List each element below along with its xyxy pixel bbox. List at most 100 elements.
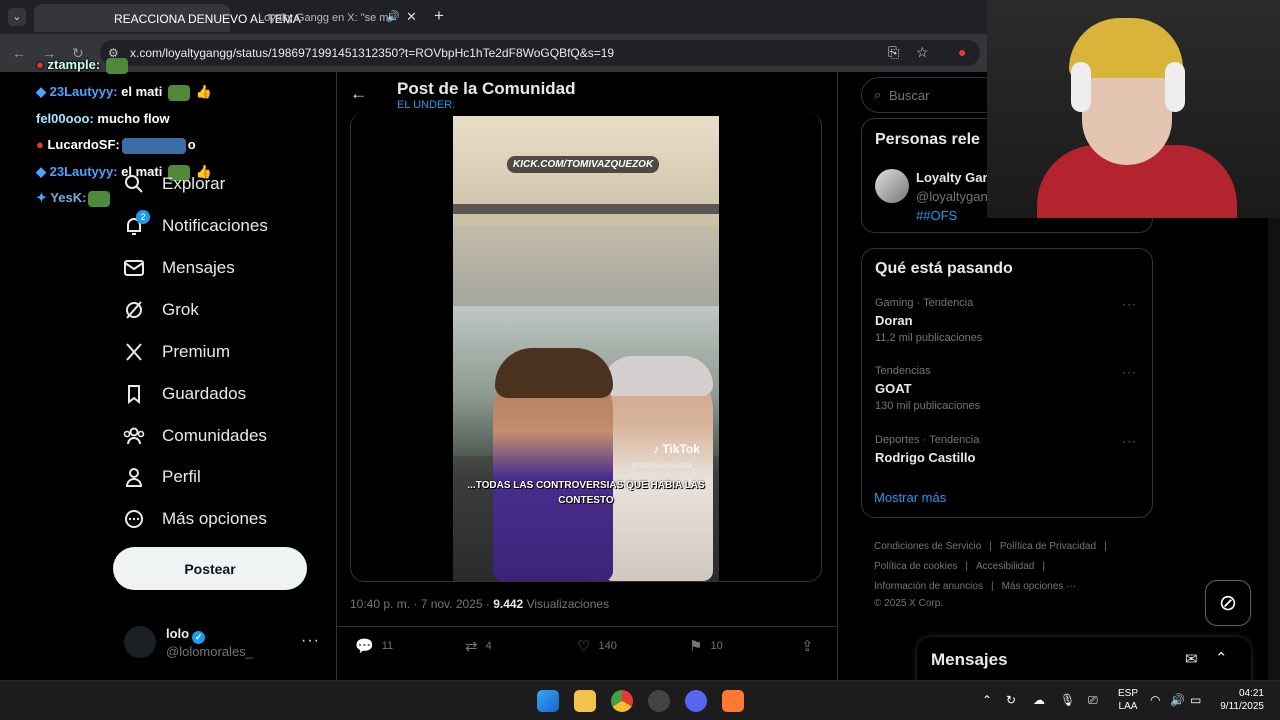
more-dots-icon[interactable]: ··· <box>1122 434 1137 448</box>
nav-communities[interactable]: Comunidades <box>122 421 267 451</box>
privacy-link[interactable]: Política de Privacidad <box>1000 541 1096 552</box>
post-timestamp[interactable]: 10:40 p. m. · 7 nov. 2025 · <box>350 597 490 611</box>
audio-icon[interactable]: 🔊 <box>386 10 400 23</box>
ads-info-link[interactable]: Información de anuncios <box>874 581 983 592</box>
bookmark-count: 10 <box>710 640 723 652</box>
account-switcher[interactable]: lolo ✓ @lolomorales_ ··· <box>124 622 330 666</box>
extension-icon[interactable]: ● <box>958 44 966 60</box>
trend-item[interactable]: Tendencias GOAT 130 mil publicaciones ··… <box>875 365 1145 412</box>
bookmark-star-icon[interactable]: ☆ <box>916 44 929 61</box>
more-options-link[interactable]: Más opciones ··· <box>1002 581 1076 592</box>
bookmark-button[interactable]: ⚑ 10 <box>689 637 723 655</box>
chat-user: ztample: <box>47 57 101 72</box>
show-hidden-icons-icon[interactable]: ⌃ <box>982 693 992 707</box>
like-count: 140 <box>598 640 617 652</box>
trend-count: 130 mil publicaciones <box>875 400 981 412</box>
nav-notifications[interactable]: 2 Notificaciones <box>122 210 268 241</box>
heart-icon: ♡ <box>577 638 591 655</box>
messages-dock-title: Mensajes <box>931 650 1008 669</box>
expand-icon[interactable]: ⌃ <box>1215 649 1228 667</box>
repost-button[interactable]: ⇄ 4 <box>465 637 492 655</box>
microphone-icon[interactable]: 🎙 <box>1060 693 1075 707</box>
show-more-link[interactable]: Mostrar más <box>874 490 946 505</box>
chat-line: ● ztample: <box>36 57 130 74</box>
clock[interactable]: 04:21 9/11/2025 <box>1208 687 1264 713</box>
trend-topic: Doran <box>875 313 913 328</box>
post-actions: 💬 11 ⇄ 4 ♡ 140 ⚑ 10 ⇪ <box>337 626 837 668</box>
accessibility-link[interactable]: Accesibilidad <box>976 561 1034 572</box>
avatar <box>124 626 156 658</box>
post-button[interactable]: Postear <box>113 547 307 590</box>
grok-fab-button[interactable]: ⊘ <box>1205 580 1251 626</box>
community-name[interactable]: EL UNDER. <box>397 99 455 111</box>
messages-dock[interactable]: Mensajes ✉ ⌃ <box>917 637 1251 685</box>
envelope-icon <box>122 256 146 280</box>
emote-icon <box>121 137 186 154</box>
nav-profile[interactable]: Perfil <box>122 462 201 492</box>
nav-explore[interactable]: Explorar <box>122 169 225 199</box>
nav-premium[interactable]: Premium <box>122 337 230 367</box>
more-dots-icon: ··· <box>301 632 320 649</box>
trend-topic: Rodrigo Castillo <box>875 450 976 465</box>
new-tab-button[interactable]: + <box>434 6 444 26</box>
new-message-icon[interactable]: ✉ <box>1185 650 1198 668</box>
more-dots-icon[interactable]: ··· <box>1122 365 1137 379</box>
copyright: © 2025 X Corp. <box>874 598 944 609</box>
nav-bookmarks[interactable]: Guardados <box>122 379 246 409</box>
language-indicator[interactable]: ESP LAA <box>1118 687 1138 713</box>
user-name: lolo <box>166 626 190 641</box>
taskbar: ⌃ ↻ ☁ 🎙 ⎚ ◠ 🔊 ▭ <box>0 680 1280 720</box>
tab-title: Loyalty Gangg en X: "se m <box>258 12 388 24</box>
file-explorer-icon[interactable] <box>574 690 596 712</box>
cookies-link[interactable]: Política de cookies <box>874 561 957 572</box>
relevant-bio[interactable]: ##OFS <box>916 208 957 223</box>
more-dots-icon[interactable]: ··· <box>1122 297 1137 311</box>
webcam-overlay <box>987 0 1280 218</box>
battery-icon[interactable]: ▭ <box>1190 693 1201 707</box>
chat-user: 23Lautyyy: <box>49 84 118 99</box>
volume-icon[interactable]: 🔊 <box>1170 693 1185 707</box>
chat-line: fel00ooo: mucho flow <box>36 111 170 126</box>
trend-item[interactable]: Gaming · Tendencia Doran 11,2 mil public… <box>875 297 1145 344</box>
clock-time: 04:21 <box>1238 688 1264 699</box>
tab-search-button[interactable]: ⌄ <box>8 8 26 26</box>
chrome-icon[interactable] <box>611 690 633 712</box>
share-button[interactable]: ⇪ <box>801 637 822 655</box>
reply-button[interactable]: 💬 11 <box>355 637 393 655</box>
communities-icon <box>122 424 146 448</box>
notification-badge: 2 <box>136 210 150 224</box>
fl-studio-icon[interactable] <box>722 690 744 712</box>
nav-label: Perfil <box>162 467 201 486</box>
chat-user: fel00ooo: <box>36 111 94 126</box>
terms-link[interactable]: Condiciones de Servicio <box>874 541 981 552</box>
trend-item[interactable]: Deportes · Tendencia Rodrigo Castillo ··… <box>875 434 1145 465</box>
nav-more[interactable]: Más opciones <box>122 504 267 534</box>
windows-start-icon[interactable] <box>537 690 559 712</box>
install-icon[interactable]: ⎘ <box>888 44 899 61</box>
view-count: 9.442 <box>493 597 524 611</box>
display-icon[interactable]: ⎚ <box>1088 693 1098 708</box>
cloud-icon[interactable]: ☁ <box>1033 693 1045 707</box>
tab-x-post[interactable]: Loyalty Gangg en X: "se m 🔊 ✕ <box>232 4 428 32</box>
discord-icon[interactable] <box>685 690 707 712</box>
close-tab-icon[interactable]: ✕ <box>406 9 417 25</box>
relevant-name[interactable]: Loyalty Gang <box>916 170 998 185</box>
user-handle: @lolomorales_ <box>166 644 253 659</box>
nav-grok[interactable]: Grok <box>122 295 199 325</box>
avatar[interactable] <box>875 169 909 203</box>
nav-messages[interactable]: Mensajes <box>122 253 235 283</box>
tab-active[interactable]: REACCIONA DENUEVO AL TEMA <box>34 4 301 32</box>
sync-icon[interactable]: ↻ <box>1006 693 1016 707</box>
wifi-icon[interactable]: ◠ <box>1150 693 1160 707</box>
obs-icon[interactable] <box>648 690 670 712</box>
back-arrow-icon[interactable]: ← <box>350 84 367 104</box>
post-video[interactable]: KICK.COM/TOMIVAZQUEZOK ♪ TikTok @tomivaz… <box>453 116 719 581</box>
nav-label: Guardados <box>162 384 247 403</box>
url-text[interactable]: x.com/loyaltygangg/status/19869719914513… <box>130 46 614 60</box>
back-icon[interactable]: ← <box>12 45 26 61</box>
user-name-row: lolo ✓ <box>166 626 206 644</box>
like-button[interactable]: ♡ 140 <box>577 637 617 655</box>
share-icon: ⇪ <box>801 638 814 655</box>
scrollbar[interactable] <box>1268 218 1280 680</box>
trend-context: Tendencias <box>875 365 931 377</box>
